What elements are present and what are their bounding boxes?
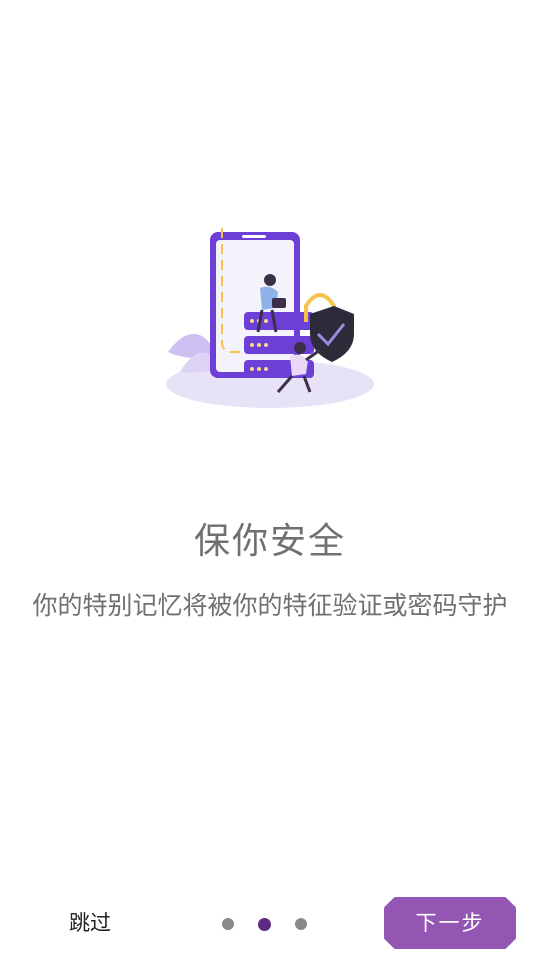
page-description: 你的特别记忆将被你的特征验证或密码守护	[32, 591, 508, 620]
page-dot-active[interactable]	[258, 917, 271, 931]
security-phone-illustration	[160, 222, 380, 414]
page-title: 保你安全	[193, 521, 346, 562]
page-dot[interactable]	[222, 918, 234, 930]
next-button[interactable]: 下一步	[384, 897, 516, 949]
skip-button[interactable]: 跳过	[40, 903, 140, 943]
page-dot[interactable]	[295, 918, 307, 930]
page-indicator	[222, 916, 307, 932]
